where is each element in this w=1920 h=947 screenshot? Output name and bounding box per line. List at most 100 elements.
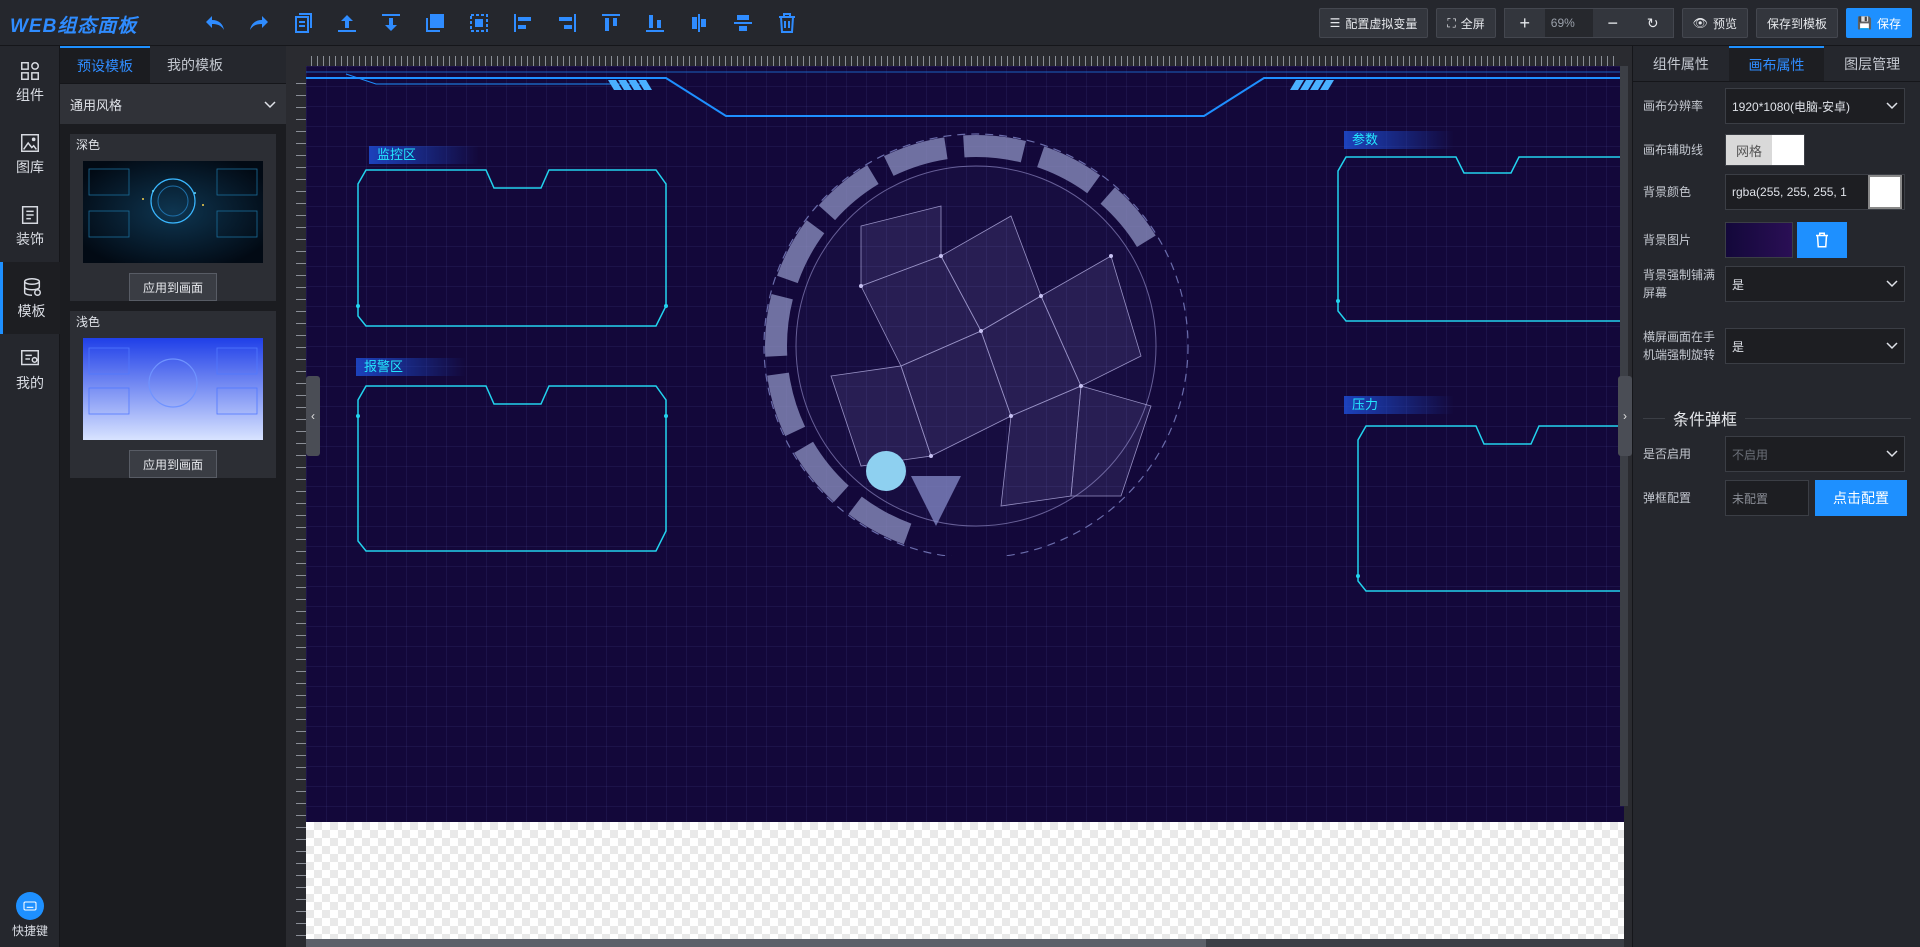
- align-vcenter-icon[interactable]: [728, 8, 758, 38]
- enable-select[interactable]: 不启用: [1725, 436, 1905, 472]
- align-right-icon[interactable]: [552, 8, 582, 38]
- send-backward-icon[interactable]: [376, 8, 406, 38]
- group-icon[interactable]: [420, 8, 450, 38]
- popup-section-title: 条件弹框: [1643, 406, 1911, 430]
- preview-button[interactable]: 👁 预览: [1681, 8, 1749, 38]
- rail-item-component[interactable]: 组件: [0, 46, 60, 118]
- zoom-in-button[interactable]: +: [1504, 9, 1545, 37]
- template-card-title: 浅色: [76, 315, 101, 329]
- align-left-icon[interactable]: [508, 8, 538, 38]
- zoom-input[interactable]: [1544, 9, 1593, 37]
- color-swatch[interactable]: [1868, 175, 1902, 209]
- shortcut-button[interactable]: 快捷键: [0, 892, 60, 939]
- floppy-icon: 💾: [1857, 16, 1872, 30]
- popup-config-button[interactable]: 点击配置: [1815, 480, 1907, 516]
- popup-row: 弹框配置 未配置 点击配置: [1643, 480, 1911, 516]
- chevron-down-icon: [264, 97, 276, 112]
- design-canvas[interactable]: 监控区 报警区 参数 压力: [306, 66, 1624, 822]
- rail-item-gallery[interactable]: 图库: [0, 118, 60, 190]
- ungroup-icon[interactable]: [464, 8, 494, 38]
- zoom-control: + − ↻: [1503, 8, 1674, 38]
- rotate-row: 横屏画面在手机端强制旋转 是: [1643, 328, 1911, 364]
- resolution-select[interactable]: 1920*1080(电脑-安卓): [1725, 88, 1905, 124]
- tab-canvas-props[interactable]: 画布属性: [1728, 46, 1825, 81]
- copy-icon[interactable]: [288, 8, 318, 38]
- bgimage-row: 背景图片: [1643, 222, 1911, 258]
- template-tabs: 预设模板 我的模板: [60, 46, 286, 84]
- style-select[interactable]: 通用风格: [60, 84, 286, 124]
- popup-config-field[interactable]: 未配置: [1725, 480, 1809, 516]
- decoration-icon: [21, 205, 39, 224]
- horizontal-scrollbar[interactable]: [306, 939, 1624, 947]
- collapse-right-button[interactable]: ›: [1618, 376, 1632, 456]
- undo-icon[interactable]: [200, 8, 230, 38]
- chevron-down-icon: [1886, 447, 1898, 461]
- template-thumbnail-dark[interactable]: [82, 161, 264, 263]
- tab-my-templates[interactable]: 我的模板: [150, 46, 240, 83]
- virtual-var-button[interactable]: ☰ 配置虚拟变量: [1318, 8, 1429, 38]
- template-card-dark: 深色 应用到画面: [70, 134, 276, 301]
- template-card-light: 浅色 应用到画面: [70, 311, 276, 478]
- fullscreen-icon: ⛶: [1447, 15, 1456, 30]
- chevron-down-icon: [1886, 99, 1898, 113]
- bgimage-preview[interactable]: [1725, 222, 1793, 258]
- panel-frame-pressure[interactable]: [1356, 416, 1624, 596]
- edit-tools: [200, 8, 802, 38]
- fill-row: 背景强制铺满屏幕 是: [1643, 266, 1911, 302]
- rail-item-template[interactable]: 模板: [0, 262, 60, 334]
- guide-row: 画布辅助线 网格: [1643, 134, 1911, 166]
- redo-icon[interactable]: [244, 8, 274, 38]
- rail-item-decoration[interactable]: 装饰: [0, 190, 60, 262]
- delete-icon[interactable]: [772, 8, 802, 38]
- top-toolbar: WEB组态面板 ☰配置虚拟变量 ⛶全屏 + − ↻ 👁预览 保存: [0, 0, 1920, 46]
- zoom-reset-button[interactable]: ↻: [1632, 9, 1673, 37]
- save-template-button[interactable]: 保存到模板: [1756, 8, 1839, 38]
- mine-icon: [21, 349, 39, 365]
- align-top-icon[interactable]: [596, 8, 626, 38]
- keyboard-icon: [16, 892, 44, 920]
- fullscreen-button[interactable]: ⛶ 全屏: [1436, 8, 1496, 38]
- rotate-select[interactable]: 是: [1725, 328, 1905, 364]
- template-icon: [23, 277, 41, 296]
- gallery-icon: [21, 133, 39, 152]
- rail-item-mine[interactable]: 我的: [0, 334, 60, 406]
- bgcolor-row: 背景颜色 rgba(255, 255, 255, 1: [1643, 174, 1911, 210]
- grid-toggle[interactable]: 网格: [1725, 134, 1805, 166]
- trash-icon: [1816, 232, 1828, 248]
- component-icon: [21, 61, 39, 80]
- panel-frame-params[interactable]: [1336, 151, 1624, 331]
- zoom-out-button[interactable]: −: [1592, 9, 1633, 37]
- scroll-thumb[interactable]: [306, 939, 1206, 947]
- canvas-transparent-area: [306, 822, 1624, 947]
- panel-frame-alarm[interactable]: [356, 376, 676, 556]
- save-button[interactable]: 💾 保存: [1846, 8, 1912, 38]
- align-bottom-icon[interactable]: [640, 8, 670, 38]
- apply-dark-button[interactable]: 应用到画面: [129, 273, 217, 301]
- enable-row: 是否启用 不启用: [1643, 436, 1911, 472]
- tab-component-props[interactable]: 组件属性: [1633, 46, 1729, 81]
- app-logo: WEB组态面板: [10, 16, 138, 37]
- collapse-left-button[interactable]: ‹: [306, 376, 320, 456]
- panel-label-monitor[interactable]: 监控区: [369, 146, 479, 164]
- tab-preset-templates[interactable]: 预设模板: [60, 46, 150, 83]
- panel-label-pressure[interactable]: 压力: [1344, 396, 1454, 414]
- panel-label-alarm[interactable]: 报警区: [356, 358, 466, 376]
- header-frame: [306, 71, 1624, 117]
- template-thumbnail-light[interactable]: [82, 338, 264, 440]
- panel-label-params[interactable]: 参数: [1344, 131, 1454, 149]
- tab-layer-manage[interactable]: 图层管理: [1824, 46, 1920, 81]
- fill-select[interactable]: 是: [1725, 266, 1905, 302]
- panel-frame-monitor[interactable]: [356, 166, 676, 346]
- chevron-right-icon: ›: [1623, 409, 1627, 423]
- align-hcenter-icon[interactable]: [684, 8, 714, 38]
- template-card-title: 深色: [76, 138, 101, 152]
- bring-forward-icon[interactable]: [332, 8, 362, 38]
- bgcolor-input[interactable]: rgba(255, 255, 255, 1: [1725, 174, 1905, 210]
- chevron-down-icon: [1886, 277, 1898, 291]
- delete-bgimage-button[interactable]: [1797, 222, 1847, 258]
- canvas-workspace: 监控区 报警区 参数 压力 ‹ ›: [286, 46, 1632, 947]
- right-tools: ☰配置虚拟变量 ⛶全屏 + − ↻ 👁预览 保存到模板 💾保存: [1318, 8, 1912, 38]
- apply-light-button[interactable]: 应用到画面: [129, 450, 217, 478]
- chevron-left-icon: ‹: [311, 409, 315, 423]
- template-panel: 预设模板 我的模板 通用风格 深色 应用到画面 浅色 应用到画面: [60, 46, 286, 947]
